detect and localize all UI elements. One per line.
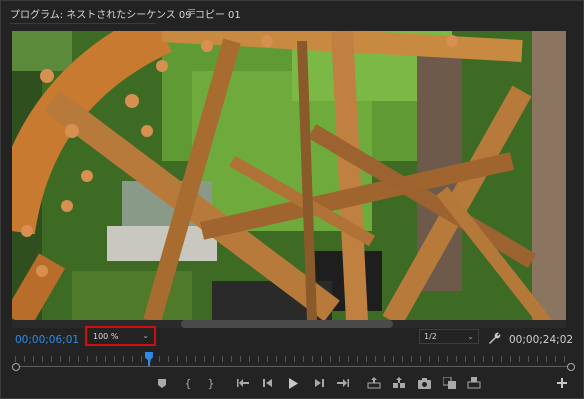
lift-button[interactable] bbox=[366, 375, 382, 391]
lift-icon bbox=[367, 377, 381, 389]
marker-icon bbox=[158, 378, 166, 388]
mark-in-icon: { bbox=[184, 376, 192, 390]
tab-underline bbox=[10, 23, 156, 24]
wrench-icon[interactable] bbox=[488, 331, 502, 345]
duration-timecode: 00;00;24;02 bbox=[509, 334, 574, 346]
in-point-handle[interactable] bbox=[12, 363, 20, 371]
step-forward-button[interactable] bbox=[311, 375, 327, 391]
panel-title[interactable]: プログラム: ネストされたシーケンス 09 コピー 01 bbox=[10, 6, 241, 21]
go-to-in-button[interactable] bbox=[235, 375, 251, 391]
viewer-scroll-thumb[interactable] bbox=[181, 320, 393, 328]
video-preview[interactable] bbox=[12, 31, 566, 321]
plus-icon bbox=[557, 378, 567, 388]
go-to-out-button[interactable] bbox=[335, 375, 351, 391]
panel-header: プログラム: ネストされたシーケンス 09 コピー 01 ≡ bbox=[1, 1, 583, 24]
step-back-button[interactable] bbox=[260, 375, 276, 391]
program-monitor-panel: プログラム: ネストされたシーケンス 09 コピー 01 ≡ 00;00;06;… bbox=[0, 0, 584, 399]
play-icon bbox=[289, 377, 298, 389]
comparison-view-icon bbox=[442, 377, 456, 389]
trim-mode-button[interactable] bbox=[466, 375, 482, 391]
play-button[interactable] bbox=[285, 375, 301, 391]
playback-resolution-select[interactable]: 1/2 ⌄ bbox=[419, 329, 479, 344]
add-marker-button[interactable] bbox=[154, 375, 170, 391]
zoom-level-value: 100 % bbox=[93, 332, 119, 341]
step-forward-icon bbox=[315, 379, 324, 387]
comparison-view-button[interactable] bbox=[441, 375, 457, 391]
extract-icon bbox=[393, 377, 405, 388]
mark-in-button[interactable]: { bbox=[180, 375, 196, 391]
trim-icon bbox=[467, 377, 481, 389]
current-timecode[interactable]: 00;00;06;01 bbox=[15, 334, 79, 346]
playhead-line bbox=[147, 359, 150, 366]
extract-button[interactable] bbox=[391, 375, 407, 391]
zoom-level-select[interactable]: 100 % ⌄ bbox=[85, 326, 156, 346]
hamburger-icon[interactable]: ≡ bbox=[187, 5, 196, 18]
camera-icon bbox=[417, 377, 431, 389]
button-editor-add[interactable] bbox=[554, 375, 570, 391]
mark-out-icon: } bbox=[207, 376, 215, 390]
chevron-down-icon: ⌄ bbox=[467, 332, 474, 341]
time-ruler[interactable] bbox=[15, 356, 573, 362]
time-ruler-line bbox=[15, 366, 573, 367]
go-to-out-icon bbox=[337, 379, 349, 387]
out-point-handle[interactable] bbox=[567, 363, 575, 371]
step-back-icon bbox=[263, 379, 272, 387]
export-frame-button[interactable] bbox=[416, 375, 432, 391]
chevron-down-icon: ⌄ bbox=[142, 331, 149, 340]
playback-resolution-value: 1/2 bbox=[424, 332, 437, 341]
go-to-in-icon bbox=[237, 379, 249, 387]
mark-out-button[interactable]: } bbox=[203, 375, 219, 391]
